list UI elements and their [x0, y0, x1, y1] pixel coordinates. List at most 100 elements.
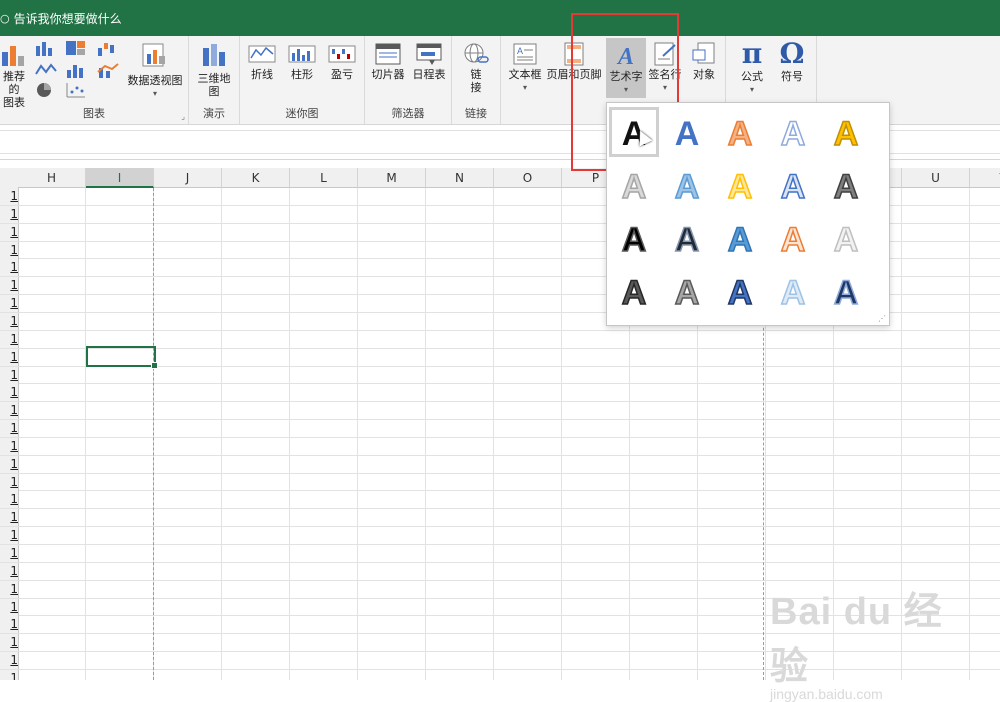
- column-header-u[interactable]: U: [902, 168, 970, 188]
- omega-icon: Ω: [779, 37, 805, 70]
- stat-chart-button[interactable]: [64, 62, 88, 80]
- column-chart-button[interactable]: [34, 40, 58, 58]
- slicer-label: 切片器: [371, 68, 405, 81]
- letter-a-icon: A: [621, 167, 647, 205]
- row-header[interactable]: 1: [0, 669, 19, 680]
- wordart-style-orange-outline[interactable]: A: [715, 107, 765, 157]
- column-header-i[interactable]: I: [86, 168, 154, 188]
- 3d-map-button[interactable]: 三维地 图: [193, 42, 235, 98]
- row-header[interactable]: 1: [0, 473, 19, 491]
- row-header[interactable]: 1: [0, 295, 19, 313]
- wordart-style-blue-fill[interactable]: A: [662, 107, 712, 157]
- waterfall-icon: [98, 43, 114, 56]
- sparkline-line-button[interactable]: 折线: [244, 42, 280, 81]
- wordart-style-silver-light[interactable]: A: [821, 213, 871, 263]
- wordart-style-orange-hollow[interactable]: A: [768, 213, 818, 263]
- wordart-style-gray-dark[interactable]: A: [821, 160, 871, 210]
- resize-grip-icon[interactable]: ⋰: [878, 314, 886, 323]
- dialog-launcher-icon[interactable]: ⌟: [181, 112, 185, 121]
- column-header-h[interactable]: H: [18, 168, 86, 188]
- row-header[interactable]: 1: [0, 616, 19, 634]
- row-header[interactable]: 1: [0, 562, 19, 580]
- row-header[interactable]: 1: [0, 348, 19, 366]
- wordart-style-plain-black[interactable]: A: [609, 107, 659, 157]
- column-header-k[interactable]: K: [222, 168, 290, 188]
- lightbulb-icon: ○: [0, 12, 10, 25]
- row-header[interactable]: 1: [0, 545, 19, 562]
- row-header[interactable]: 1: [0, 223, 19, 241]
- combo-chart-button[interactable]: [96, 62, 120, 80]
- row-header[interactable]: 1: [0, 312, 19, 330]
- scatter-chart-button[interactable]: [64, 82, 88, 100]
- row-header[interactable]: 1: [0, 598, 19, 616]
- wordart-style-blue-outline[interactable]: A: [768, 107, 818, 157]
- column-header-o[interactable]: O: [494, 168, 562, 188]
- pivot-chart-button[interactable]: 数据透视图 ▾: [124, 42, 186, 100]
- wordart-style-gray-gradient[interactable]: A: [609, 160, 659, 210]
- line-chart-button[interactable]: [34, 62, 58, 80]
- wordart-style-pattern-blue-light[interactable]: A: [768, 266, 818, 316]
- equation-button[interactable]: π 公式 ▾: [732, 38, 772, 96]
- link-button[interactable]: 链 接: [456, 42, 496, 94]
- tell-me-search[interactable]: ○ 告诉我你想要做什么: [0, 10, 122, 27]
- wordart-style-gold-light[interactable]: A: [715, 160, 765, 210]
- tell-me-text: 告诉我你想要做什么: [13, 12, 122, 26]
- wordart-style-pattern-gray[interactable]: A: [662, 266, 712, 316]
- wordart-style-dark-slate[interactable]: A: [662, 213, 712, 263]
- row-header[interactable]: 1: [0, 330, 19, 348]
- row-header[interactable]: 1: [0, 509, 19, 527]
- wordart-style-pattern-blue[interactable]: A: [715, 266, 765, 316]
- row-header[interactable]: 1: [0, 259, 19, 277]
- column-header-j[interactable]: J: [154, 168, 222, 188]
- column-header-n[interactable]: N: [426, 168, 494, 188]
- row-header[interactable]: 1: [0, 527, 19, 545]
- wordart-style-blue-reflect[interactable]: A: [662, 160, 712, 210]
- row-header[interactable]: 1: [0, 652, 19, 670]
- fill-handle[interactable]: [151, 362, 158, 369]
- column-header-v[interactable]: V: [970, 168, 1000, 188]
- wordart-style-pattern-navy[interactable]: A: [821, 266, 871, 316]
- row-header[interactable]: 1: [0, 437, 19, 455]
- column-header-l[interactable]: L: [290, 168, 358, 188]
- sparkline-column-button[interactable]: 柱形: [284, 42, 320, 81]
- letter-a-icon: A: [833, 273, 859, 311]
- slicer-button[interactable]: 切片器: [369, 42, 407, 81]
- row-header[interactable]: 1: [0, 205, 19, 223]
- wordart-style-pattern-dark[interactable]: A: [609, 266, 659, 316]
- recommended-charts-button[interactable]: 推荐的 图表: [0, 42, 28, 109]
- row-header[interactable]: 1: [0, 580, 19, 598]
- column-header-m[interactable]: M: [358, 168, 426, 188]
- row-header[interactable]: 1: [0, 188, 19, 205]
- pie-chart-button[interactable]: [34, 82, 58, 100]
- sparkline-column-label: 柱形: [291, 68, 313, 81]
- svg-text:A: A: [675, 168, 700, 205]
- waterfall-chart-button[interactable]: [96, 40, 120, 58]
- selected-cell[interactable]: [86, 346, 158, 369]
- timeline-label: 日程表: [412, 68, 446, 81]
- row-header[interactable]: 1: [0, 277, 19, 295]
- row-header[interactable]: 1: [0, 241, 19, 259]
- row-header[interactable]: 1: [0, 384, 19, 402]
- hierarchy-chart-button[interactable]: [64, 40, 88, 58]
- row-header[interactable]: 1: [0, 420, 19, 438]
- object-button[interactable]: 对象: [685, 42, 723, 81]
- row-header[interactable]: 1: [0, 491, 19, 509]
- timeline-button[interactable]: 日程表: [409, 42, 449, 81]
- row-header[interactable]: 1: [0, 455, 19, 473]
- chevron-down-icon: ▾: [522, 83, 527, 92]
- row-header[interactable]: 1: [0, 366, 19, 384]
- wordart-style-blue-gradient[interactable]: A: [715, 213, 765, 263]
- wordart-style-blue-light-outline[interactable]: A: [768, 160, 818, 210]
- svg-text:A: A: [781, 115, 806, 152]
- symbol-button[interactable]: Ω 符号: [772, 37, 812, 84]
- letter-a-icon: A: [727, 220, 753, 258]
- svg-text:A: A: [728, 221, 753, 258]
- timeline-icon: [416, 43, 442, 65]
- textbox-button[interactable]: A 文本框 ▾: [505, 42, 545, 94]
- row-header[interactable]: 1: [0, 402, 19, 420]
- histogram-icon: [67, 65, 83, 78]
- wordart-style-gold-fill[interactable]: A: [821, 107, 871, 157]
- wordart-style-black-shadow[interactable]: A: [609, 213, 659, 263]
- row-header[interactable]: 1: [0, 634, 19, 652]
- sparkline-winloss-button[interactable]: 盈亏: [324, 42, 360, 81]
